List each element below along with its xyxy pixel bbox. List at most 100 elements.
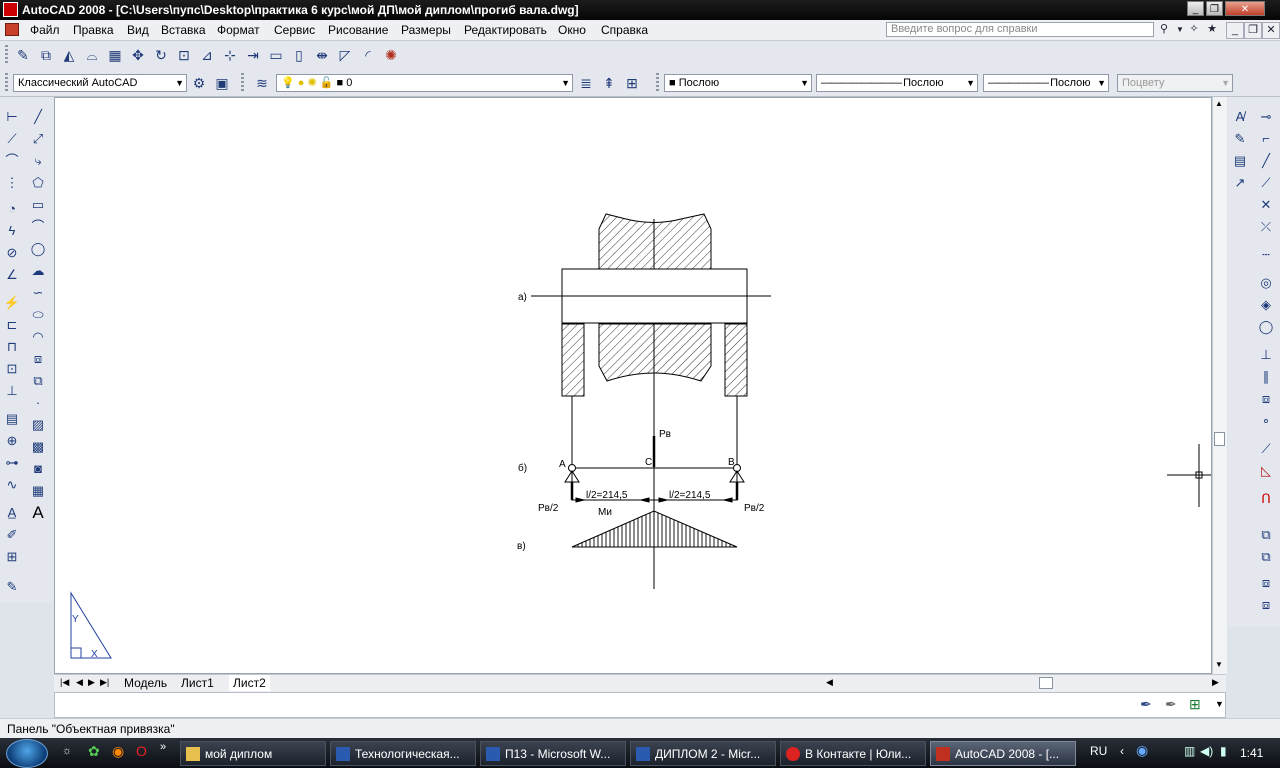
menu-draw[interactable]: Рисование xyxy=(328,23,388,37)
autocad-app-icon[interactable] xyxy=(3,2,18,17)
arc-icon[interactable]: ⌒ xyxy=(28,217,48,237)
snap-parallel-icon[interactable]: ∥ xyxy=(1256,367,1276,387)
last-tab-icon[interactable]: ▶| xyxy=(100,677,109,688)
doc-close-button[interactable]: ✕ xyxy=(1262,22,1280,39)
revision-cloud-icon[interactable]: ☁ xyxy=(28,261,48,281)
extend-icon[interactable]: ⇥ xyxy=(243,45,263,65)
jogged-linear-icon[interactable]: ∿ xyxy=(2,475,22,495)
break-icon[interactable]: ▭ xyxy=(266,45,286,65)
jogged-icon[interactable]: ϟ xyxy=(2,221,22,241)
text-style-icon[interactable]: A̸ xyxy=(1230,107,1250,127)
dim-style-icon[interactable]: ✎ xyxy=(1230,129,1250,149)
snap-center-icon[interactable]: ◎ xyxy=(1256,273,1276,293)
angular-icon[interactable]: ∠ xyxy=(2,265,22,285)
stretch-icon[interactable]: ⊿ xyxy=(197,45,217,65)
snap-perpendicular-icon[interactable]: ⊥ xyxy=(1256,345,1276,365)
menu-tools[interactable]: Сервис xyxy=(274,23,315,37)
hatch-icon[interactable]: ▨ xyxy=(28,415,48,435)
tray-power-icon[interactable]: ▮ xyxy=(1220,744,1227,758)
snap-apparent-intersection-icon[interactable]: ⤫ xyxy=(1256,217,1276,237)
fillet-icon[interactable]: ◜ xyxy=(358,45,378,65)
tray-volume-icon[interactable]: ◀) xyxy=(1200,744,1213,758)
scroll-down-icon[interactable]: ▼ xyxy=(1215,660,1223,669)
send-to-back-icon[interactable]: ⧉ xyxy=(1256,547,1276,567)
color-select[interactable]: ■ Послою ▼ xyxy=(664,74,812,92)
lineweight-select[interactable]: —————— Послою ▼ xyxy=(983,74,1109,92)
break-dim-icon[interactable]: ⊥ xyxy=(2,381,22,401)
language-indicator[interactable]: RU xyxy=(1090,744,1107,758)
menu-window[interactable]: Окно xyxy=(558,23,586,37)
snap-node-icon[interactable]: ∘ xyxy=(1256,411,1276,431)
rotate-icon[interactable]: ↻ xyxy=(151,45,171,65)
circle-icon[interactable]: ◯ xyxy=(28,239,48,259)
workspace-settings-icon[interactable]: ⚙ xyxy=(189,73,209,93)
my-workspace-icon[interactable]: ▣ xyxy=(212,73,232,93)
tray-settings-icon[interactable]: ⊞ xyxy=(1189,696,1201,713)
doc-restore-button[interactable]: ❐ xyxy=(1244,22,1262,39)
snap-tangent-icon[interactable]: ◯ xyxy=(1256,317,1276,337)
ordinate-icon[interactable]: ⋮ xyxy=(2,173,22,193)
gradient-icon[interactable]: ▩ xyxy=(28,437,48,457)
polyline-icon[interactable]: ⤷ xyxy=(28,151,48,171)
multileader-style-icon[interactable]: ↗ xyxy=(1230,173,1250,193)
status-menu-icon[interactable]: ▼ xyxy=(1215,699,1224,709)
table-style-icon[interactable]: ▤ xyxy=(1230,151,1250,171)
ellipse-icon[interactable]: ⬭ xyxy=(28,305,48,325)
point-icon[interactable]: · xyxy=(28,393,48,413)
quick-dimension-icon[interactable]: ⚡ xyxy=(2,293,22,313)
scale-icon[interactable]: ⊡ xyxy=(174,45,194,65)
explode-icon[interactable]: ✺ xyxy=(381,45,401,65)
task-word-2[interactable]: П13 - Microsoft W... xyxy=(480,741,626,766)
bring-to-front-icon[interactable]: ⧉ xyxy=(1256,525,1276,545)
layer-select[interactable]: 💡 ● ✺ 🔓 ■ 0 ▼ xyxy=(276,74,573,92)
first-tab-icon[interactable]: |◀ xyxy=(60,677,69,688)
object-snap-settings-icon[interactable]: ᑎ xyxy=(1256,489,1276,509)
vertical-scroll-thumb[interactable] xyxy=(1214,432,1225,446)
linear-dimension-icon[interactable]: ⊢ xyxy=(2,107,22,127)
tray-expand-icon[interactable]: ‹ xyxy=(1120,744,1124,758)
favorites-star-icon[interactable]: ★ xyxy=(1204,22,1220,37)
scroll-right-icon[interactable]: ▶ xyxy=(1212,677,1219,688)
communication-center-icon[interactable]: ✧ xyxy=(1186,22,1202,37)
task-word-1[interactable]: Технологическая... xyxy=(330,741,476,766)
workspace-select[interactable]: Классический AutoCAD ▼ xyxy=(13,74,187,92)
erase-icon[interactable]: ✎ xyxy=(13,45,33,65)
space-icon[interactable]: ⊡ xyxy=(2,359,22,379)
opera-icon[interactable]: O xyxy=(136,743,147,759)
doc-minimize-button[interactable]: _ xyxy=(1226,22,1244,39)
region-icon[interactable]: ◙ xyxy=(28,459,48,479)
copy-icon[interactable]: ⧉ xyxy=(36,45,56,65)
construction-line-icon[interactable]: ⤢ xyxy=(28,129,48,149)
snap-temp-track-icon[interactable]: ⊸ xyxy=(1256,107,1276,127)
search-icon[interactable]: ⚲ xyxy=(1156,22,1172,37)
tab-layout1[interactable]: Лист1 xyxy=(181,675,214,691)
trim-icon[interactable]: ⊹ xyxy=(220,45,240,65)
clock[interactable]: 1:41 xyxy=(1240,746,1263,760)
mirror-icon[interactable]: ◭ xyxy=(59,45,79,65)
menu-edit[interactable]: Правка xyxy=(73,23,114,37)
menu-help[interactable]: Справка xyxy=(601,23,648,37)
array-icon[interactable]: ▦ xyxy=(105,45,125,65)
menu-view[interactable]: Вид xyxy=(127,23,149,37)
task-browser[interactable]: В Контакте | Юли... xyxy=(780,741,926,766)
diameter-icon[interactable]: ⊘ xyxy=(2,243,22,263)
menu-dimension[interactable]: Размеры xyxy=(401,23,451,37)
aligned-dimension-icon[interactable]: ⟋ xyxy=(2,129,22,149)
horizontal-scroll-thumb[interactable] xyxy=(1039,677,1053,689)
linetype-select[interactable]: ———————— Послою ▼ xyxy=(816,74,978,92)
snap-none-icon[interactable]: ◺ xyxy=(1256,461,1276,481)
dimension-edit-icon[interactable]: A̲ xyxy=(2,503,22,523)
next-tab-icon[interactable]: ▶ xyxy=(88,677,95,688)
menu-insert[interactable]: Вставка xyxy=(161,23,206,37)
annotation-visibility-icon[interactable]: ✒ xyxy=(1165,696,1177,713)
polygon-icon[interactable]: ⬠ xyxy=(28,173,48,193)
join-icon[interactable]: ⇼ xyxy=(312,45,332,65)
layer-properties-icon[interactable]: ≋ xyxy=(252,73,272,93)
ellipse-arc-icon[interactable]: ◠ xyxy=(28,327,48,347)
baseline-icon[interactable]: ⊏ xyxy=(2,315,22,335)
firefox-icon[interactable]: ◉ xyxy=(112,743,124,760)
tab-layout2[interactable]: Лист2 xyxy=(229,675,270,691)
tray-app-icon[interactable]: ◉ xyxy=(1136,742,1148,759)
make-block-icon[interactable]: ⧉ xyxy=(28,371,48,391)
start-button[interactable] xyxy=(6,739,48,768)
